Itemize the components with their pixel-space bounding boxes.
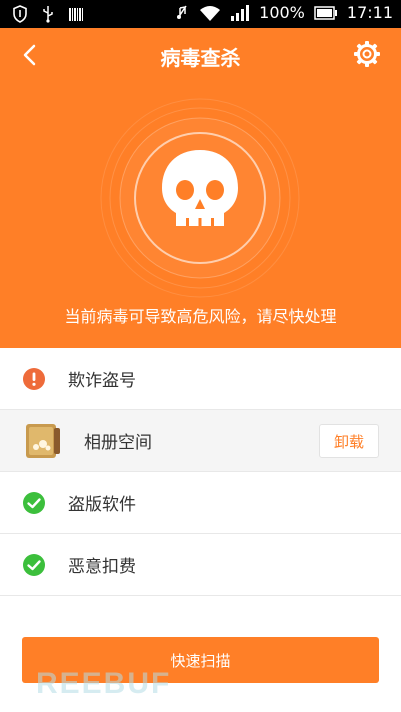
usb-icon bbox=[43, 6, 53, 23]
barcode-icon bbox=[69, 8, 83, 21]
check-circle-icon bbox=[23, 554, 45, 576]
list-item[interactable]: 恶意扣费 bbox=[0, 534, 401, 596]
list-item-label: 欺诈盗号 bbox=[68, 371, 136, 391]
shield-icon bbox=[13, 5, 27, 23]
list-item[interactable]: 相册空间 卸载 bbox=[0, 410, 401, 472]
battery-percent: 100% bbox=[259, 3, 305, 22]
list-item[interactable]: 盗版软件 bbox=[0, 472, 401, 534]
signal-icon bbox=[231, 4, 250, 21]
page-title: 病毒查杀 bbox=[160, 46, 241, 70]
check-circle-icon bbox=[23, 492, 45, 514]
scan-result-header: 病毒查杀 当前病毒可导致高危风险，请尽快处理 bbox=[0, 28, 401, 348]
watermark: REEBUF bbox=[36, 667, 172, 700]
list-item-label: 盗版软件 bbox=[68, 495, 136, 515]
wifi-icon bbox=[200, 5, 221, 21]
skull-badge bbox=[100, 98, 300, 298]
mute-icon bbox=[177, 5, 187, 19]
battery-icon bbox=[314, 5, 337, 20]
list-item-label: 相册空间 bbox=[84, 433, 152, 453]
uninstall-button[interactable]: 卸载 bbox=[319, 424, 379, 458]
app-icon bbox=[26, 424, 60, 458]
clock: 17:11 bbox=[346, 3, 393, 22]
list-item-label: 恶意扣费 bbox=[68, 557, 136, 577]
risk-warning-text: 当前病毒可导致高危风险，请尽快处理 bbox=[64, 307, 337, 326]
list-item[interactable]: 欺诈盗号 bbox=[0, 348, 401, 410]
threat-list: 欺诈盗号 相册空间 卸载 盗版软件 恶意扣费 bbox=[0, 348, 401, 596]
gear-icon[interactable] bbox=[353, 40, 381, 68]
warning-circle-icon bbox=[23, 368, 45, 390]
status-bar: 100% 17:11 bbox=[0, 0, 401, 28]
